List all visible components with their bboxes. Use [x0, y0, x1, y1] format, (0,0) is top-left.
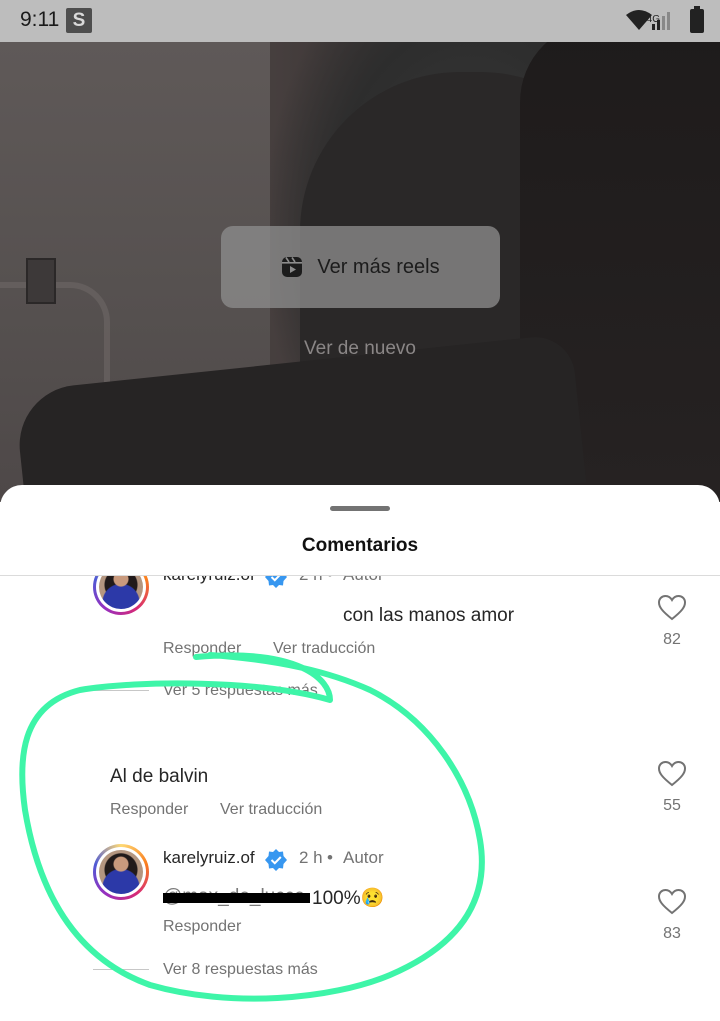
replies-line — [93, 690, 149, 691]
meta-separator: • — [327, 576, 333, 585]
battery-icon — [690, 6, 704, 33]
sheet-drag-handle[interactable] — [330, 506, 390, 511]
comment-text: Al de balvin — [110, 766, 209, 787]
view-replies-button[interactable]: Ver 5 respuestas más — [163, 682, 318, 700]
avatar[interactable] — [93, 576, 149, 615]
comment-username[interactable]: karelyruiz.of — [163, 848, 255, 868]
heart-icon[interactable] — [658, 595, 686, 621]
reply-button[interactable]: Responder — [110, 801, 188, 819]
heart-icon[interactable] — [658, 889, 686, 915]
like-count: 83 — [663, 925, 681, 942]
status-bar: 9:11 S 4G — [0, 0, 720, 42]
sheet-title: Comentarios — [301, 535, 419, 556]
translate-button[interactable]: Ver traducción — [220, 801, 322, 819]
replay-link[interactable]: Ver de nuevo — [0, 338, 720, 360]
comments-list[interactable]: karelyruiz.of 2 h • Autor con las manos … — [0, 576, 720, 1021]
comment-time: 2 h — [299, 848, 323, 867]
video-scene-switch — [26, 258, 56, 304]
author-badge: Autor — [343, 576, 384, 585]
more-reels-label: Ver más reels — [317, 255, 440, 278]
avatar[interactable] — [93, 844, 149, 900]
status-time: 9:11 — [20, 8, 60, 31]
app-notification-icon: S — [66, 8, 92, 33]
replies-line — [93, 969, 149, 970]
signal-icon — [652, 12, 670, 30]
more-reels-button[interactable]: Ver más reels — [221, 226, 500, 308]
like-count: 55 — [663, 797, 681, 814]
comment-username[interactable]: karelyruiz.of — [163, 576, 255, 585]
verified-badge-icon — [265, 849, 287, 871]
translate-button[interactable]: Ver traducción — [273, 640, 375, 658]
comments-sheet: Comentarios karelyruiz.of 2 h • Autor co… — [0, 485, 720, 1021]
heart-icon[interactable] — [658, 761, 686, 787]
like-count: 82 — [663, 631, 681, 648]
comment-text: 100%😢 — [312, 888, 385, 909]
reels-icon — [282, 257, 303, 277]
view-replies-button[interactable]: Ver 8 respuestas más — [163, 961, 318, 979]
verified-badge-icon — [265, 576, 287, 588]
author-badge: Autor — [343, 848, 384, 867]
comment-time: 2 h — [299, 576, 323, 585]
reel-video[interactable]: Ver más reels Ver de nuevo — [0, 42, 720, 502]
reply-button[interactable]: Responder — [163, 918, 241, 936]
redaction-mark — [163, 893, 310, 903]
comment-text: con las manos amor — [343, 605, 515, 626]
reply-button[interactable]: Responder — [163, 640, 241, 658]
meta-separator: • — [327, 848, 333, 867]
